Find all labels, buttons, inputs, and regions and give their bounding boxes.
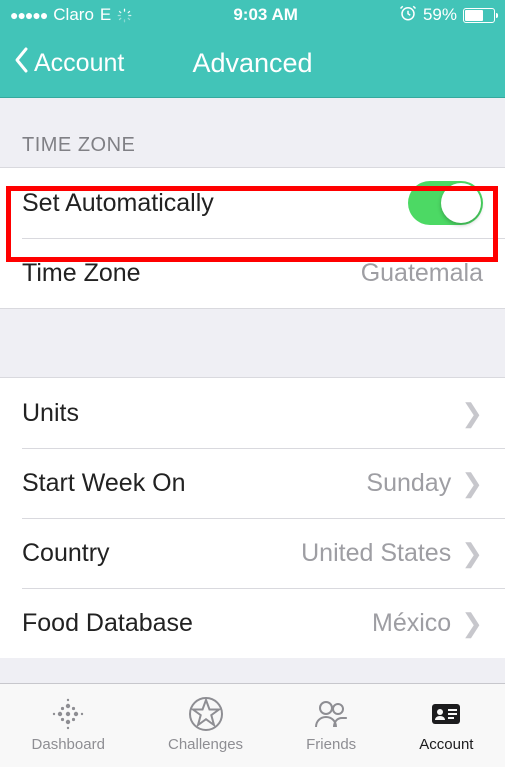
tab-label: Challenges xyxy=(168,736,243,753)
nav-bar: Account Advanced xyxy=(0,30,505,98)
chevron-right-icon: ❯ xyxy=(461,538,483,569)
battery-percent: 59% xyxy=(423,5,457,25)
nav-title: Advanced xyxy=(192,48,312,79)
row-value: México xyxy=(372,609,451,638)
tab-label: Account xyxy=(419,736,473,753)
row-right: México ❯ xyxy=(372,608,483,639)
start-week-row[interactable]: Start Week On Sunday ❯ xyxy=(0,448,505,518)
chevron-right-icon: ❯ xyxy=(461,608,483,639)
row-label: Start Week On xyxy=(22,469,186,498)
challenges-icon xyxy=(187,695,225,733)
row-right: Sunday ❯ xyxy=(366,468,483,499)
battery-icon xyxy=(463,8,495,23)
dashboard-icon xyxy=(49,695,87,733)
account-icon xyxy=(427,695,465,733)
row-label: Units xyxy=(22,399,79,428)
row-value: Sunday xyxy=(366,469,451,498)
chevron-right-icon: ❯ xyxy=(461,468,483,499)
set-automatically-row: Set Automatically xyxy=(0,168,505,238)
chevron-left-icon xyxy=(12,45,32,82)
row-label: Set Automatically xyxy=(22,189,214,218)
section-gap xyxy=(0,309,505,377)
row-label: Food Database xyxy=(22,609,193,638)
country-row[interactable]: Country United States ❯ xyxy=(0,518,505,588)
alarm-icon xyxy=(399,4,417,27)
row-right: ❯ xyxy=(461,398,483,429)
row-label: Country xyxy=(22,539,110,568)
carrier-label: Claro xyxy=(53,5,94,25)
status-right: 59% xyxy=(399,4,495,27)
network-type: E xyxy=(100,5,111,25)
back-button[interactable]: Account xyxy=(0,45,124,82)
status-bar: ●●●●● Claro E 9:03 AM 59% xyxy=(0,0,505,30)
row-right: United States ❯ xyxy=(301,538,483,569)
row-value: Guatemala xyxy=(361,259,483,288)
friends-icon xyxy=(312,695,350,733)
tab-dashboard[interactable]: Dashboard xyxy=(32,695,105,753)
row-value: United States xyxy=(301,539,451,568)
row-label: Time Zone xyxy=(22,259,141,288)
signal-dots-icon: ●●●●● xyxy=(10,7,47,23)
tab-account[interactable]: Account xyxy=(419,695,473,753)
food-database-row[interactable]: Food Database México ❯ xyxy=(0,588,505,658)
units-row[interactable]: Units ❯ xyxy=(0,378,505,448)
tab-label: Dashboard xyxy=(32,736,105,753)
section-header-timezone: TIME ZONE xyxy=(0,98,505,167)
toggle-knob xyxy=(441,183,481,223)
tab-bar: Dashboard Challenges Friends Account xyxy=(0,683,505,767)
set-automatically-toggle[interactable] xyxy=(408,181,483,225)
loading-spinner-icon xyxy=(117,8,132,23)
status-left: ●●●●● Claro E xyxy=(10,5,132,25)
general-list: Units ❯ Start Week On Sunday ❯ Country U… xyxy=(0,377,505,658)
timezone-row[interactable]: Time Zone Guatemala xyxy=(0,238,505,308)
timezone-list: Set Automatically Time Zone Guatemala xyxy=(0,167,505,309)
tab-friends[interactable]: Friends xyxy=(306,695,356,753)
chevron-right-icon: ❯ xyxy=(461,398,483,429)
tab-label: Friends xyxy=(306,736,356,753)
tab-challenges[interactable]: Challenges xyxy=(168,695,243,753)
status-time: 9:03 AM xyxy=(233,5,298,25)
back-label: Account xyxy=(34,49,124,78)
